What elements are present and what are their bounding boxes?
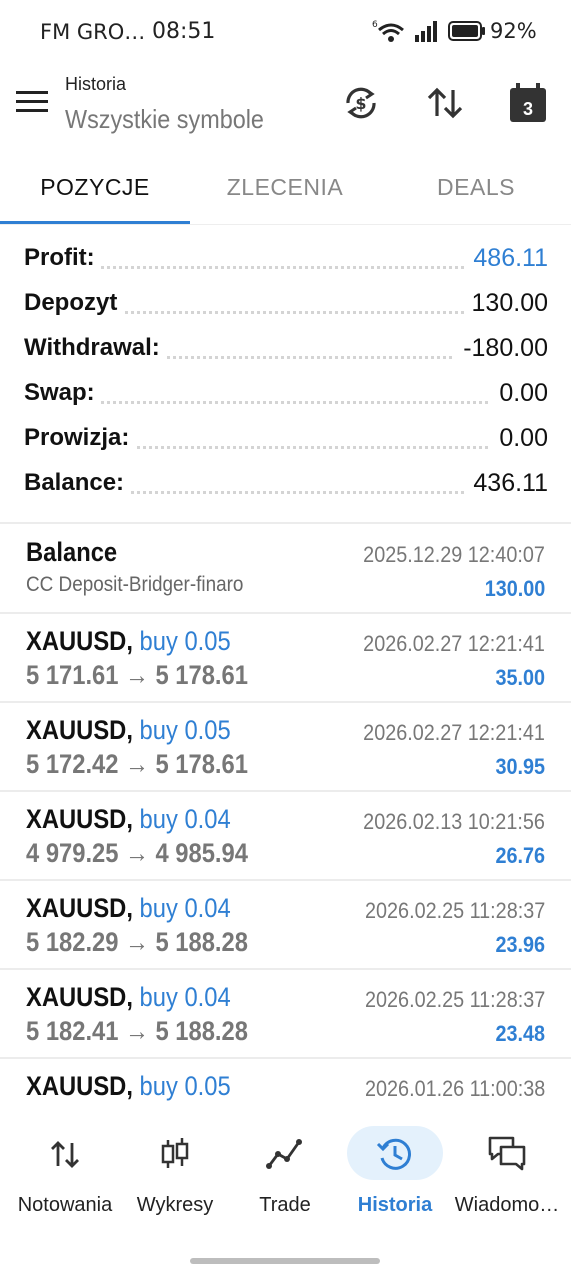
deal-date: 2026.02.25 11:28:37 xyxy=(364,987,545,1012)
deal-date: 2026.02.13 10:21:56 xyxy=(363,809,545,834)
summary-row-profit: Profit: 486.11 xyxy=(24,238,548,278)
app-bar: Historia Wszystkie symbole $ 3 xyxy=(0,62,571,158)
deal-row[interactable]: XAUUSD, buy 0.04 4 979.25 → 4 985.94 202… xyxy=(0,792,571,880)
summary-row-withdrawal: Withdrawal: -180.00 xyxy=(24,328,548,368)
svg-text:6: 6 xyxy=(372,20,378,30)
deal-symbol: XAUUSD, xyxy=(26,715,133,745)
summary-label: Balance: xyxy=(24,469,131,497)
summary-label: Withdrawal: xyxy=(24,334,166,362)
clock: 08:51 xyxy=(152,19,216,44)
deal-symbol: XAUUSD, xyxy=(26,804,133,834)
summary-value: -180.00 xyxy=(455,334,548,363)
messages-icon xyxy=(488,1136,526,1171)
history-clock-icon xyxy=(376,1138,411,1170)
deal-side: buy 0.05 xyxy=(139,715,231,745)
deal-symbol: XAUUSD, xyxy=(26,893,133,923)
deal-date: 2026.02.25 11:28:37 xyxy=(364,898,545,923)
svg-text:$: $ xyxy=(355,94,366,113)
deal-row[interactable]: XAUUSD, buy 0.05 5 171.61 → 5 178.61 202… xyxy=(0,614,571,702)
trade-line-icon xyxy=(266,1139,302,1169)
deal-side: buy 0.05 xyxy=(139,1071,231,1101)
tab-divider xyxy=(0,224,571,225)
wifi-icon: 6 xyxy=(372,20,404,42)
deal-profit: 26.76 xyxy=(495,843,545,868)
entry-title: Balance xyxy=(26,537,118,567)
nav-label: Historia xyxy=(357,1194,433,1216)
status-bar: FM GRO… 08:51 6 92% xyxy=(0,0,571,62)
summary-row-balance: Balance: 436.11 xyxy=(24,463,548,503)
deal-symbol: XAUUSD, xyxy=(26,1071,133,1101)
deal-symbol: XAUUSD, xyxy=(26,626,133,656)
battery-percent: 92% xyxy=(490,19,537,43)
deal-profit: 35.00 xyxy=(495,665,545,690)
deal-date: 2026.02.27 12:21:41 xyxy=(363,720,545,745)
symbol-filter[interactable]: Wszystkie symbole xyxy=(65,104,264,135)
carrier-name: FM GRO… xyxy=(40,20,146,44)
summary-value: 0.00 xyxy=(491,424,548,453)
summary-label: Profit: xyxy=(24,244,101,272)
summary-label: Prowizja: xyxy=(24,424,136,452)
entry-date: 2025.12.29 12:40:07 xyxy=(363,542,545,567)
summary-value: 436.11 xyxy=(465,469,548,498)
tab-bar: POZYCJE ZLECENIA DEALS xyxy=(0,160,571,224)
nav-label: Notowania xyxy=(17,1194,113,1216)
nav-label: Wykresy xyxy=(136,1194,214,1216)
entry-comment: CC Deposit-Bridger-finaro xyxy=(26,573,244,596)
deal-profit: 23.96 xyxy=(495,932,545,957)
cell-signal-icon xyxy=(415,21,437,42)
calendar-day: 3 xyxy=(523,99,533,119)
deal-prices: 5 172.42 → 5 178.61 xyxy=(26,749,248,779)
nav-label: Trade xyxy=(259,1194,311,1216)
deal-prices: 5 171.61 → 5 178.61 xyxy=(26,660,248,690)
sort-arrows-icon[interactable] xyxy=(424,82,466,124)
deal-date: 2026.01.26 11:00:38 xyxy=(364,1076,545,1101)
deal-side: buy 0.04 xyxy=(139,804,231,834)
summary-label: Swap: xyxy=(24,379,101,407)
deal-prices: 4 979.25 → 4 985.94 xyxy=(26,838,248,868)
tab-zlecenia[interactable]: ZLECENIA xyxy=(190,160,380,224)
calendar-icon[interactable]: 3 xyxy=(507,82,549,124)
deal-row[interactable]: XAUUSD, buy 0.04 5 182.41 → 5 188.28 202… xyxy=(0,970,571,1058)
nav-trade[interactable]: Trade xyxy=(228,1134,342,1244)
deal-symbol: XAUUSD, xyxy=(26,982,133,1012)
deal-row[interactable]: XAUUSD, buy 0.05 5 172.42 → 5 178.61 202… xyxy=(0,703,571,791)
tab-deals[interactable]: DEALS xyxy=(381,160,571,224)
deal-profit: 30.95 xyxy=(495,754,545,779)
quotes-arrows-icon xyxy=(51,1141,79,1168)
currency-exchange-icon[interactable]: $ xyxy=(340,82,382,124)
balance-entry[interactable]: Balance CC Deposit-Bridger-finaro 2025.1… xyxy=(0,525,571,613)
battery-icon xyxy=(448,21,485,41)
nav-wiadomosci[interactable]: Wiadomo… xyxy=(450,1134,564,1244)
summary-value: 130.00 xyxy=(463,289,548,318)
nav-label: Wiadomo… xyxy=(454,1194,560,1216)
nav-wykresy[interactable]: Wykresy xyxy=(118,1134,232,1244)
nav-notowania[interactable]: Notowania xyxy=(8,1134,122,1244)
deal-prices: 5 182.41 → 5 188.28 xyxy=(26,1016,248,1046)
deal-side: buy 0.05 xyxy=(139,626,231,656)
deal-date: 2026.02.27 12:21:41 xyxy=(363,631,545,656)
deal-profit: 23.48 xyxy=(495,1021,545,1046)
candlestick-chart-icon xyxy=(161,1138,189,1168)
nav-historia[interactable]: Historia xyxy=(338,1126,452,1244)
deal-side: buy 0.04 xyxy=(139,893,231,923)
summary-value: 0.00 xyxy=(491,379,548,408)
summary-label: Depozyt xyxy=(24,289,124,317)
summary-value: 486.11 xyxy=(465,244,548,273)
divider xyxy=(0,522,571,524)
summary-row-swap: Swap: 0.00 xyxy=(24,373,548,413)
deal-row[interactable]: XAUUSD, buy 0.04 5 182.29 → 5 188.28 202… xyxy=(0,881,571,969)
deal-prices: 5 182.29 → 5 188.28 xyxy=(26,927,248,957)
screen-subtitle: Historia xyxy=(65,74,127,94)
entry-amount: 130.00 xyxy=(484,576,545,601)
gesture-handle[interactable] xyxy=(190,1258,380,1264)
hamburger-menu-icon[interactable] xyxy=(16,89,48,115)
summary-row-deposit: Depozyt 130.00 xyxy=(24,283,548,323)
tab-pozycje[interactable]: POZYCJE xyxy=(0,160,190,224)
summary-row-commission: Prowizja: 0.00 xyxy=(24,418,548,458)
deal-side: buy 0.04 xyxy=(139,982,231,1012)
bottom-navigation: Notowania Wykresy Trade Historia Wiadomo… xyxy=(0,1112,571,1280)
